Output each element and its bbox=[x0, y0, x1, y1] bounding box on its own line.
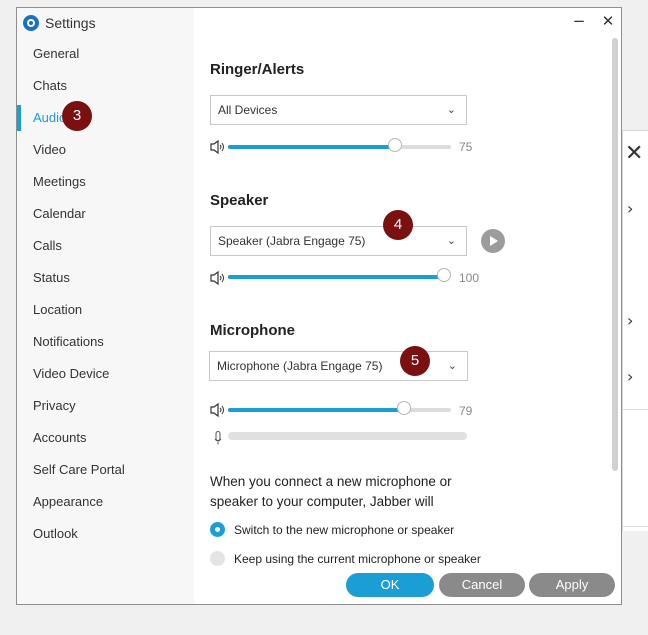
chevron-down-icon: ⌄ bbox=[446, 234, 456, 247]
speaker-volume-icon bbox=[210, 139, 224, 155]
audio-settings-panel: Ringer/Alerts All Devices ⌄ 75 Speaker S… bbox=[194, 8, 621, 604]
sidebar-item-self-care-portal[interactable]: Self Care Portal bbox=[17, 454, 194, 486]
jabber-app-icon bbox=[23, 15, 39, 31]
microphone-heading: Microphone bbox=[210, 322, 295, 339]
annotation-badge: 5 bbox=[400, 346, 430, 376]
sidebar-item-location[interactable]: Location bbox=[17, 294, 194, 326]
sidebar-item-video[interactable]: Video bbox=[17, 134, 194, 166]
sidebar-item-status[interactable]: Status bbox=[17, 262, 194, 294]
microphone-input-level-meter bbox=[228, 432, 467, 440]
chevron-right-icon[interactable]: › bbox=[627, 311, 633, 330]
title-bar: Settings bbox=[23, 13, 96, 33]
annotation-badge: 3 bbox=[62, 101, 92, 131]
sidebar-item-notifications[interactable]: Notifications bbox=[17, 326, 194, 358]
radio-unselected[interactable] bbox=[210, 551, 225, 566]
close-icon[interactable]: ✕ bbox=[625, 141, 643, 166]
chevron-right-icon[interactable]: › bbox=[627, 367, 633, 386]
option-label: Switch to the new microphone or speaker bbox=[234, 522, 455, 537]
settings-window: Settings General Chats Audio Video Meeti… bbox=[16, 7, 622, 605]
chevron-right-icon[interactable]: › bbox=[627, 199, 633, 218]
speaker-volume-icon bbox=[210, 270, 224, 286]
speaker-heading: Speaker bbox=[210, 192, 269, 209]
option-keep-current-device[interactable]: Keep using the current microphone or spe… bbox=[210, 551, 481, 566]
ringer-volume-slider[interactable] bbox=[228, 138, 451, 152]
settings-nav: General Chats Audio Video Meetings Calen… bbox=[17, 38, 194, 550]
divider bbox=[623, 409, 648, 410]
speaker-device-select[interactable]: Speaker (Jabra Engage 75) ⌄ bbox=[210, 226, 467, 256]
sidebar-item-video-device[interactable]: Video Device bbox=[17, 358, 194, 390]
ok-button[interactable]: OK bbox=[346, 573, 434, 597]
microphone-device-value: Microphone (Jabra Engage 75) bbox=[217, 359, 383, 373]
option-label: Keep using the current microphone or spe… bbox=[234, 551, 481, 566]
speaker-volume-value: 100 bbox=[459, 271, 480, 285]
chevron-down-icon: ⌄ bbox=[446, 103, 456, 116]
sidebar-item-calendar[interactable]: Calendar bbox=[17, 198, 194, 230]
chevron-down-icon: ⌄ bbox=[447, 359, 457, 372]
speaker-device-value: Speaker (Jabra Engage 75) bbox=[218, 234, 366, 248]
apply-button[interactable]: Apply bbox=[529, 573, 615, 597]
microphone-volume-value: 79 bbox=[459, 404, 473, 418]
ringer-heading: Ringer/Alerts bbox=[210, 61, 305, 78]
test-speaker-play-button[interactable] bbox=[481, 229, 505, 253]
background-window: ✕ › › › bbox=[622, 130, 648, 531]
slider-fill bbox=[228, 408, 405, 412]
ringer-device-select[interactable]: All Devices ⌄ bbox=[210, 95, 467, 125]
radio-selected[interactable] bbox=[210, 522, 225, 537]
sidebar-item-chats[interactable]: Chats bbox=[17, 70, 194, 102]
new-device-description: When you connect a new microphone or spe… bbox=[210, 474, 452, 509]
speaker-volume-slider[interactable] bbox=[228, 268, 451, 282]
sidebar-item-calls[interactable]: Calls bbox=[17, 230, 194, 262]
sidebar-item-meetings[interactable]: Meetings bbox=[17, 166, 194, 198]
vertical-scrollbar[interactable] bbox=[612, 38, 618, 471]
annotation-badge: 4 bbox=[383, 210, 413, 240]
microphone-volume-icon bbox=[210, 402, 224, 418]
sidebar-item-privacy[interactable]: Privacy bbox=[17, 390, 194, 422]
option-switch-to-new-device[interactable]: Switch to the new microphone or speaker bbox=[210, 522, 454, 537]
sidebar: Settings General Chats Audio Video Meeti… bbox=[17, 8, 194, 604]
slider-thumb[interactable] bbox=[388, 138, 403, 152]
slider-fill bbox=[228, 275, 444, 279]
slider-thumb[interactable] bbox=[437, 268, 451, 282]
cancel-button[interactable]: Cancel bbox=[439, 573, 525, 597]
sidebar-item-accounts[interactable]: Accounts bbox=[17, 422, 194, 454]
sidebar-item-appearance[interactable]: Appearance bbox=[17, 486, 194, 518]
microphone-icon bbox=[214, 431, 222, 445]
slider-thumb[interactable] bbox=[397, 401, 412, 415]
slider-fill bbox=[228, 145, 396, 149]
sidebar-item-outlook[interactable]: Outlook bbox=[17, 518, 194, 550]
window-title: Settings bbox=[45, 15, 96, 31]
ringer-device-value: All Devices bbox=[218, 103, 278, 117]
divider bbox=[623, 526, 648, 527]
ringer-volume-value: 75 bbox=[459, 140, 473, 154]
microphone-volume-slider[interactable] bbox=[228, 401, 451, 415]
sidebar-item-audio[interactable]: Audio bbox=[17, 102, 194, 134]
sidebar-item-general[interactable]: General bbox=[17, 38, 194, 70]
